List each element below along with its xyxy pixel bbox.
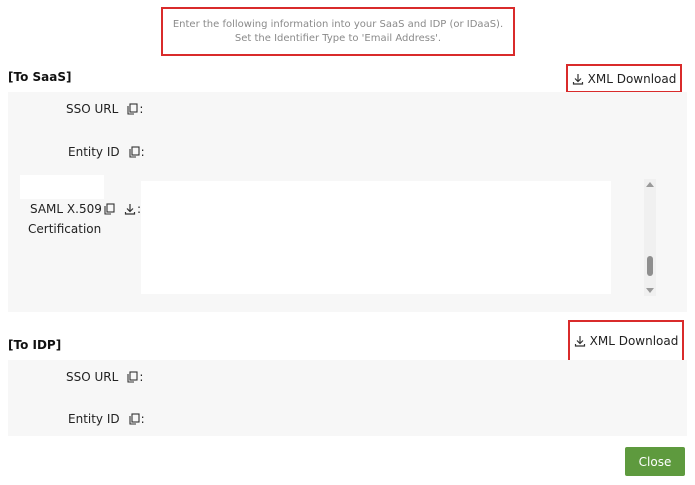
idp-sso-url-label: SSO URL xyxy=(66,370,119,384)
idp-sso-url-row: SSO URL : xyxy=(66,370,143,384)
notice-line-1: Enter the following information into you… xyxy=(172,18,504,30)
saas-entity-id-label: Entity ID xyxy=(68,145,120,159)
saas-xml-download-button[interactable]: XML Download xyxy=(566,64,682,93)
colon: : xyxy=(139,102,144,116)
saas-entity-id-row: Entity ID : xyxy=(68,145,145,159)
idp-xml-download-button[interactable]: XML Download xyxy=(568,320,684,362)
idp-entity-id-row: Entity ID : xyxy=(68,412,145,426)
download-icon xyxy=(574,336,585,347)
colon: : xyxy=(140,412,145,426)
idp-xml-download-label: XML Download xyxy=(589,334,679,348)
copy-icon[interactable] xyxy=(129,146,140,158)
to-idp-title: [To IDP] xyxy=(8,338,62,352)
colon: : xyxy=(140,145,145,159)
scroll-thumb[interactable] xyxy=(647,256,653,276)
idp-entity-id-label: Entity ID xyxy=(68,412,120,426)
copy-icon[interactable] xyxy=(127,103,138,115)
certificate-textarea[interactable] xyxy=(141,181,611,294)
copy-icon[interactable] xyxy=(129,413,140,425)
saas-xml-download-label: XML Download xyxy=(587,71,677,86)
notice-line-2: Set the Identifier Type to 'Email Addres… xyxy=(234,32,442,44)
certificate-scrollbar[interactable] xyxy=(644,179,656,296)
saas-cert-actions: : xyxy=(104,202,141,216)
copy-icon[interactable] xyxy=(104,203,115,215)
saas-sso-url-row: SSO URL : xyxy=(66,102,143,116)
download-icon xyxy=(572,73,583,85)
download-icon[interactable] xyxy=(124,203,136,215)
saas-cert-label-line1: SAML X.509 xyxy=(30,202,102,216)
scroll-up-arrow-icon[interactable] xyxy=(646,182,654,187)
instruction-notice: Enter the following information into you… xyxy=(161,7,515,56)
colon: : xyxy=(139,370,144,384)
copy-icon[interactable] xyxy=(127,371,138,383)
saas-cert-label-line2: Certification xyxy=(28,222,102,236)
scroll-down-arrow-icon[interactable] xyxy=(646,288,654,293)
to-saas-title: [To SaaS] xyxy=(8,70,72,84)
close-button[interactable]: Close xyxy=(625,447,685,476)
saas-sso-url-label: SSO URL xyxy=(66,102,119,116)
cert-label-highlight xyxy=(20,175,104,199)
